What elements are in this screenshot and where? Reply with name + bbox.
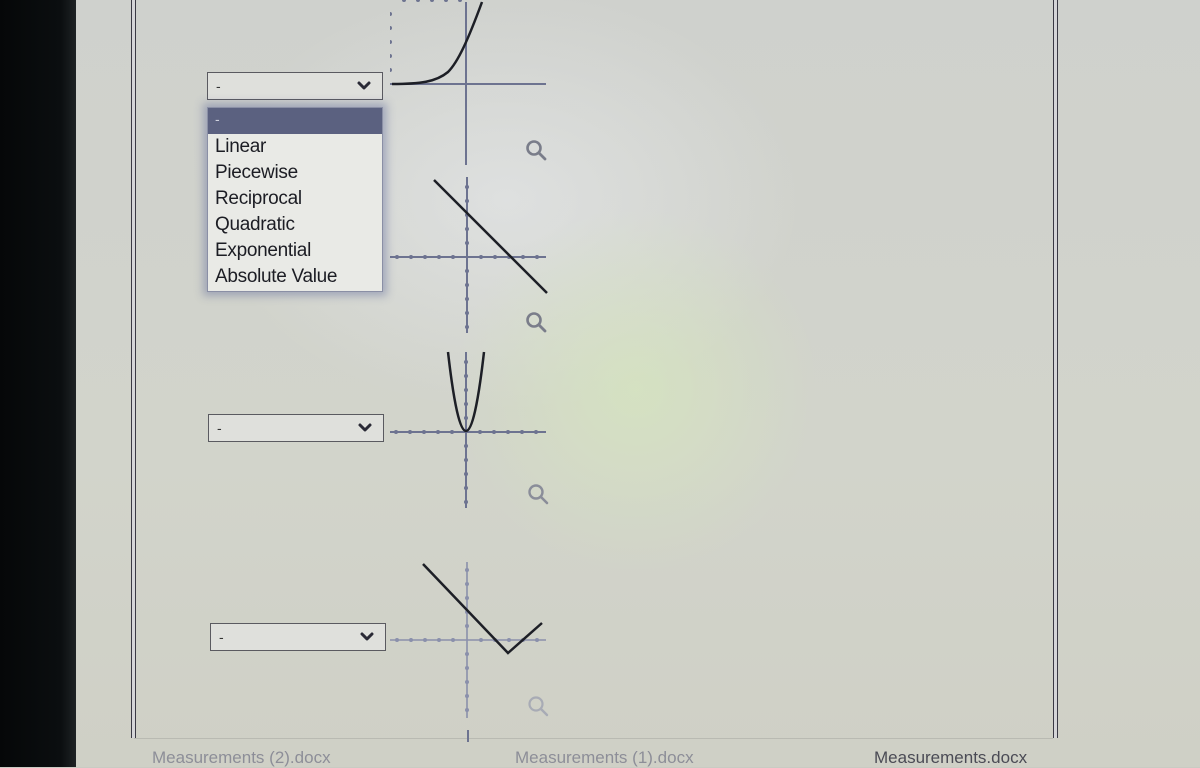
x-tick	[395, 255, 399, 259]
content-frame-left-border	[131, 0, 136, 738]
x-tick	[409, 638, 413, 642]
y-tick	[390, 68, 392, 72]
y-tick	[464, 500, 468, 504]
x-tick	[520, 430, 524, 434]
y-tick	[464, 360, 468, 364]
chevron-down-icon	[357, 81, 371, 90]
y-tick	[465, 185, 469, 189]
magnifier-icon[interactable]	[526, 482, 550, 506]
y-tick	[465, 680, 469, 684]
x-tick	[521, 255, 525, 259]
y-tick	[465, 694, 469, 698]
y-tick	[465, 325, 469, 329]
magnifier-icon[interactable]	[524, 138, 548, 162]
select-value: -	[216, 78, 221, 94]
y-tick	[464, 458, 468, 462]
chevron-down-icon	[358, 423, 372, 432]
y-tick	[390, 54, 392, 58]
x-tick	[423, 638, 427, 642]
magnifier-icon[interactable]	[526, 694, 550, 718]
y-tick	[465, 241, 469, 245]
y-tick	[465, 624, 469, 628]
x-tick	[479, 638, 483, 642]
y-tick	[464, 486, 468, 490]
y-tick	[464, 444, 468, 448]
x-tick	[416, 0, 420, 2]
x-tick	[437, 255, 441, 259]
x-tick	[478, 430, 482, 434]
x-tick	[444, 0, 448, 2]
x-tick	[493, 255, 497, 259]
x-tick	[423, 255, 427, 259]
y-tick	[465, 652, 469, 656]
y-tick	[465, 297, 469, 301]
x-tick	[395, 638, 399, 642]
exponential-curve	[391, 1, 484, 86]
y-tick	[464, 416, 468, 420]
monitor-bezel	[0, 0, 76, 767]
x-tick	[506, 430, 510, 434]
y-tick	[464, 374, 468, 378]
x-tick	[507, 638, 511, 642]
x-tick	[535, 255, 539, 259]
function-type-select-4[interactable]: -	[210, 623, 386, 651]
x-tick	[408, 430, 412, 434]
content-frame-right-border	[1053, 0, 1058, 738]
x-tick	[479, 255, 483, 259]
x-tick	[409, 255, 413, 259]
y-tick	[465, 666, 469, 670]
x-tick	[437, 638, 441, 642]
x-tick	[535, 638, 539, 642]
x-tick	[492, 430, 496, 434]
download-item-measurements-2[interactable]: Measurements (2).docx	[152, 748, 331, 768]
linear-line	[433, 179, 548, 294]
axis-fragment	[467, 730, 469, 742]
y-tick	[465, 283, 469, 287]
y-tick	[465, 568, 469, 572]
dropdown-option-piecewise[interactable]: Piecewise	[208, 160, 382, 186]
x-tick	[430, 0, 434, 2]
axis-ticks	[390, 0, 462, 72]
y-tick	[464, 472, 468, 476]
dropdown-option-exponential[interactable]: Exponential	[208, 238, 382, 264]
download-item-measurements-1[interactable]: Measurements (1).docx	[515, 748, 694, 768]
dropdown-option-reciprocal[interactable]: Reciprocal	[208, 186, 382, 212]
dropdown-option-linear[interactable]: Linear	[208, 134, 382, 160]
y-tick	[465, 199, 469, 203]
y-tick	[390, 12, 392, 16]
dropdown-option-blank[interactable]: -	[208, 108, 382, 134]
x-tick	[534, 430, 538, 434]
x-tick	[402, 0, 406, 2]
x-tick	[450, 430, 454, 434]
x-tick	[451, 255, 455, 259]
x-tick	[451, 638, 455, 642]
x-tick	[394, 430, 398, 434]
x-tick	[458, 0, 462, 2]
function-type-dropdown-list: - Linear Piecewise Reciprocal Quadratic …	[207, 107, 383, 292]
select-value: -	[219, 629, 224, 645]
dropdown-option-quadratic[interactable]: Quadratic	[208, 212, 382, 238]
x-tick	[422, 430, 426, 434]
download-item-measurements[interactable]: Measurements.docx	[874, 748, 1027, 768]
content-frame-bottom-border	[134, 738, 1053, 739]
x-tick	[436, 430, 440, 434]
y-tick	[465, 708, 469, 712]
function-type-select-3[interactable]: -	[208, 414, 384, 442]
magnifier-icon[interactable]	[524, 310, 548, 334]
y-tick	[465, 596, 469, 600]
y-tick	[465, 582, 469, 586]
y-tick	[390, 40, 392, 44]
chevron-down-icon	[360, 632, 374, 641]
function-type-select-1[interactable]: -	[207, 72, 383, 100]
y-tick	[465, 227, 469, 231]
select-value: -	[217, 420, 222, 436]
y-tick	[390, 26, 392, 30]
y-tick	[464, 402, 468, 406]
y-tick	[465, 311, 469, 315]
y-tick	[465, 269, 469, 273]
y-tick	[464, 388, 468, 392]
dropdown-option-absolute-value[interactable]: Absolute Value	[208, 264, 382, 290]
